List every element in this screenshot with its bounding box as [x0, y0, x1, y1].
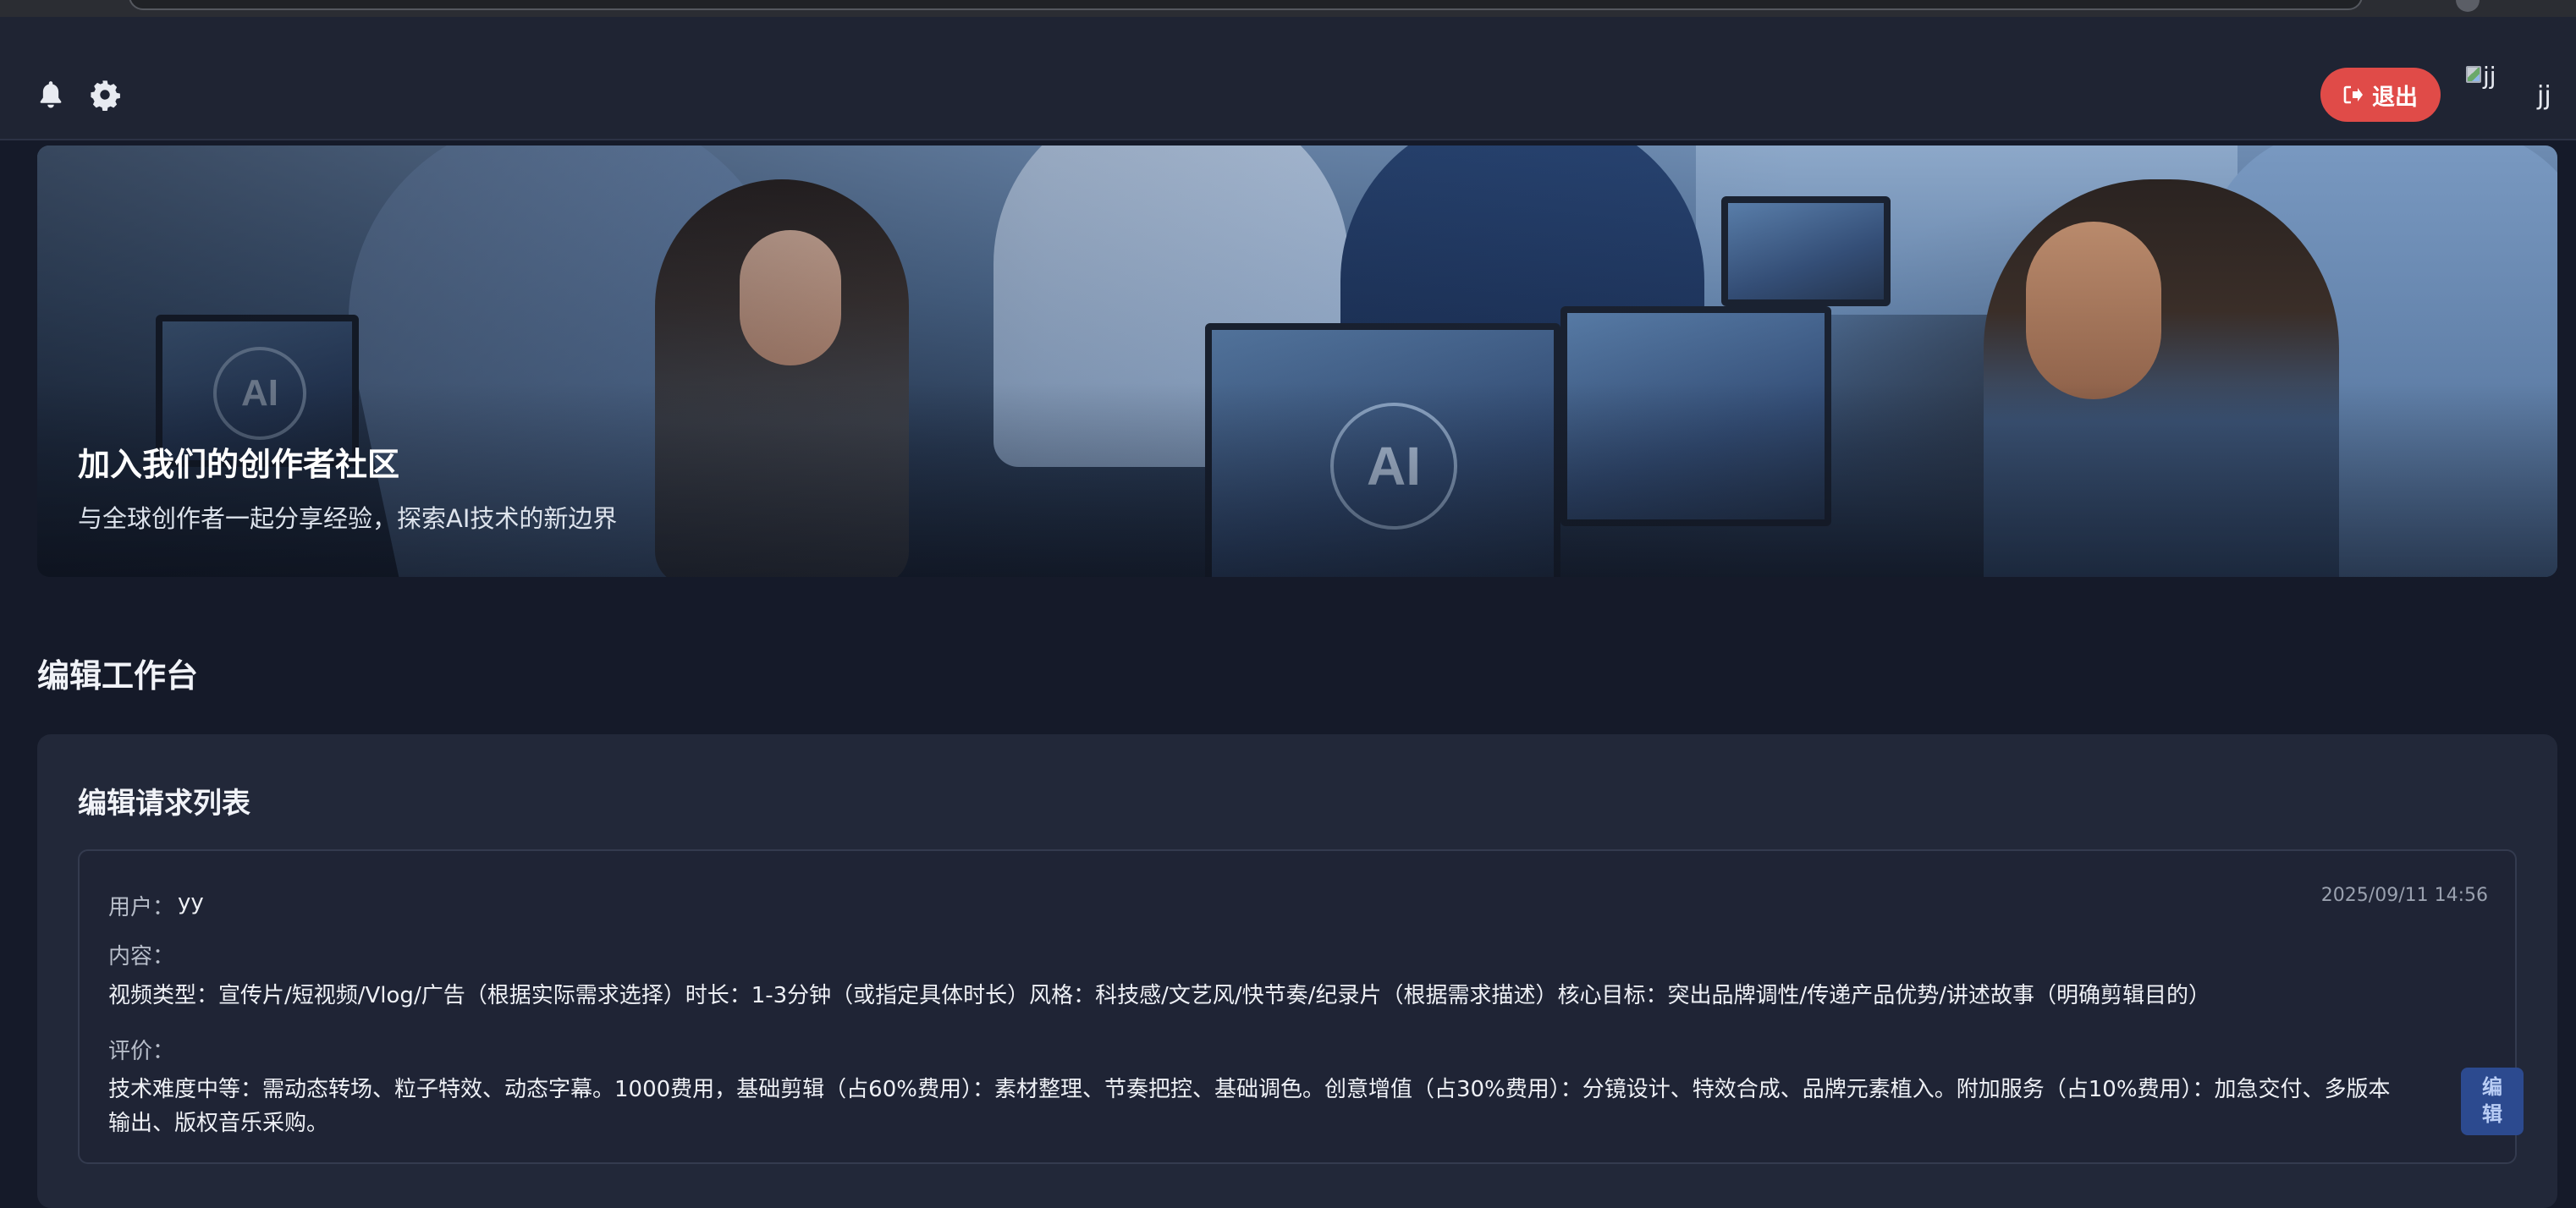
username[interactable]: jj — [2537, 81, 2551, 111]
panel-title: 编辑请求列表 — [78, 787, 250, 821]
notification-button[interactable] — [34, 78, 68, 112]
settings-button[interactable] — [88, 78, 122, 112]
edit-button[interactable]: 编辑 — [2461, 1068, 2524, 1135]
evaluation-label: 评价： — [108, 1039, 175, 1064]
top-header: 退出 jj jj — [0, 17, 2576, 140]
edit-requests-panel: 编辑请求列表 用户： yy 2025/09/11 14:56 内容： 视频类型：… — [37, 734, 2557, 1208]
logout-label: 退出 — [2372, 84, 2418, 110]
hero-subtitle: 与全球创作者一起分享经验，探索AI技术的新边界 — [78, 504, 618, 533]
gear-icon — [91, 80, 120, 111]
request-date: 2025/09/11 14:56 — [2320, 885, 2488, 906]
request-content: 视频类型：宣传片/短视频/Vlog/广告（根据实际需求选择）时长：1-3分钟（或… — [108, 983, 2210, 1008]
request-user: yy — [178, 890, 204, 915]
content-label: 内容： — [108, 944, 175, 969]
browser-address-bar[interactable] — [129, 0, 2363, 10]
sign-out-icon — [2343, 85, 2363, 104]
logout-button[interactable]: 退出 — [2320, 68, 2441, 122]
user-label: 用户： — [108, 895, 175, 920]
page-title: 编辑工作台 — [37, 657, 199, 695]
request-evaluation: 技术难度中等：需动态转场、粒子特效、动态字幕。1000费用，基础剪辑（占60%费… — [108, 1077, 2391, 1136]
request-card: 用户： yy 2025/09/11 14:56 内容： 视频类型：宣传片/短视频… — [78, 849, 2524, 1164]
avatar-alt-text: jj — [2483, 62, 2496, 90]
community-hero-banner[interactable]: AI AI 加入我们的创作者社区 与全球创作者一起分享经验，探索AI技术的新边界 — [37, 146, 2557, 577]
browser-profile-icon[interactable] — [2456, 0, 2480, 12]
hero-title: 加入我们的创作者社区 — [78, 446, 400, 483]
bell-icon — [40, 81, 62, 108]
browser-top-strip — [0, 0, 2576, 17]
broken-image-icon — [2466, 66, 2481, 83]
avatar[interactable]: jj — [2466, 62, 2507, 107]
